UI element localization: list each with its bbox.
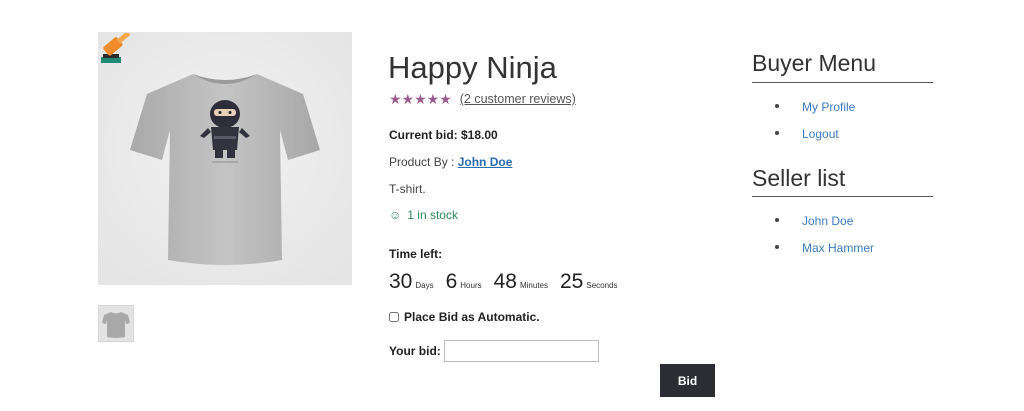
smile-icon: ☺ [389, 208, 402, 222]
product-rating: ★★★★★ (2 customer reviews) [389, 92, 576, 106]
t-shirt-image [98, 32, 352, 285]
auto-bid-option[interactable]: Place Bid as Automatic. [389, 310, 540, 324]
bid-button[interactable]: Bid [660, 364, 715, 397]
bullet-icon [775, 104, 779, 108]
product-by: Product By : John Doe [389, 155, 512, 169]
product-thumbnail[interactable] [98, 305, 134, 342]
stock-text: 1 in stock [407, 208, 458, 222]
product-description: T-shirt. [389, 182, 426, 196]
stock-status: ☺ 1 in stock [389, 208, 458, 222]
auction-countdown: 30 Days 6 Hours 48 Minutes 25 Seconds [389, 270, 630, 294]
buyer-menu-title: Buyer Menu [752, 50, 877, 76]
seller-list-divider [752, 196, 933, 197]
countdown-hours: 6 [445, 270, 458, 293]
buyer-menu-divider [752, 82, 933, 83]
bullet-icon [775, 218, 779, 222]
auto-bid-label: Place Bid as Automatic. [404, 310, 540, 324]
bullet-icon [775, 245, 779, 249]
product-title: Happy Ninja [388, 50, 557, 85]
your-bid-input[interactable] [443, 340, 599, 362]
star-rating-icon: ★★★★★ [389, 91, 452, 107]
customer-reviews-link[interactable]: (2 customer reviews) [460, 92, 576, 106]
current-bid: Current bid: $18.00 [389, 128, 498, 142]
countdown-minutes: 48 [493, 270, 517, 293]
gavel-icon [99, 30, 133, 65]
seller-link-max-hammer[interactable]: Max Hammer [802, 241, 874, 255]
bullet-icon [775, 131, 779, 135]
time-left-label: Time left: [389, 247, 443, 261]
your-bid-row: Your bid: [389, 340, 599, 362]
countdown-seconds-label: Seconds [586, 281, 618, 290]
countdown-hours-label: Hours [460, 281, 482, 290]
countdown-days-label: Days [415, 281, 434, 290]
product-main-image[interactable] [98, 32, 352, 285]
logout-link[interactable]: Logout [802, 127, 839, 141]
t-shirt-thumbnail [102, 312, 130, 338]
seller-list-title: Seller list [752, 165, 846, 191]
countdown-minutes-label: Minutes [519, 281, 548, 290]
vendor-link[interactable]: John Doe [458, 155, 513, 169]
auto-bid-checkbox[interactable] [389, 312, 399, 322]
your-bid-label: Your bid: [389, 344, 441, 358]
countdown-seconds: 25 [560, 270, 584, 293]
my-profile-link[interactable]: My Profile [802, 100, 855, 114]
product-by-label: Product By : [389, 155, 458, 169]
countdown-days: 30 [389, 270, 413, 293]
seller-link-john-doe[interactable]: John Doe [802, 214, 853, 228]
